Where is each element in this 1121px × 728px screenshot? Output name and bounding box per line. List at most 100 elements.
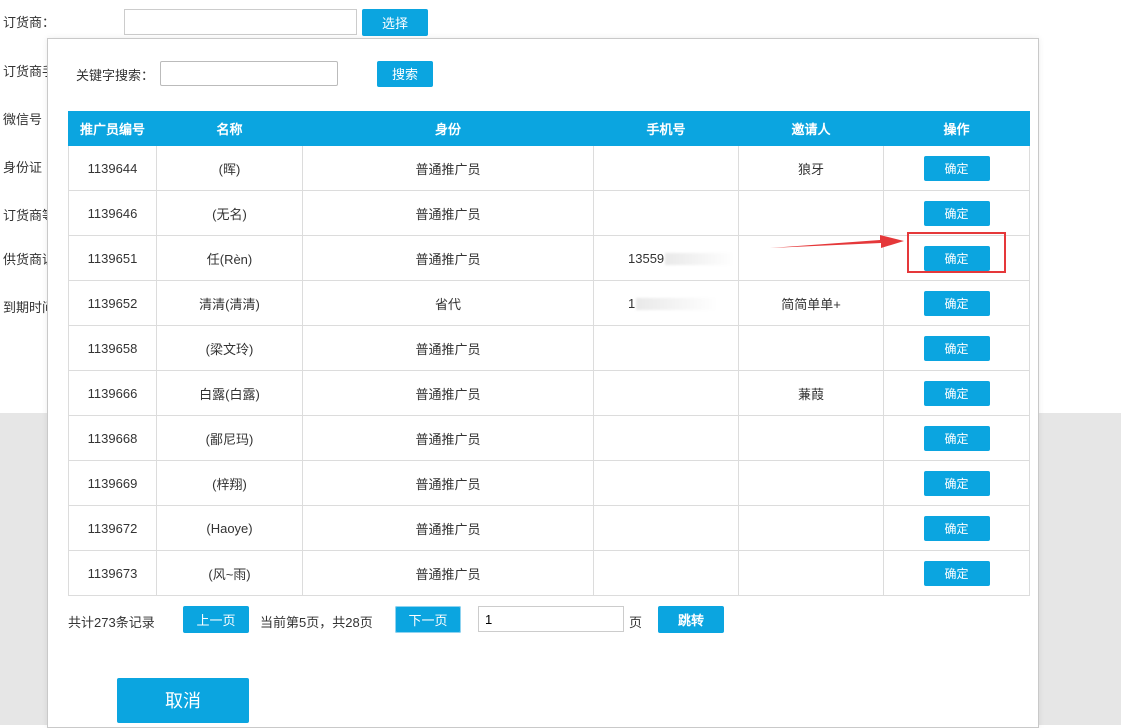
confirm-button[interactable]: 确定: [923, 155, 990, 181]
table-row: 1139646 (无名) 普通推广员 确定: [68, 190, 1030, 236]
cell-inviter: [738, 190, 884, 236]
cell-role: 普通推广员: [302, 415, 594, 461]
cell-action: 确定: [883, 505, 1030, 551]
cell-action: 确定: [883, 415, 1030, 461]
cell-phone: [593, 550, 739, 596]
cell-name: (梁文玲): [156, 325, 303, 371]
cell-promoter-id: 1139652: [68, 280, 157, 326]
cell-name: 清清(清清): [156, 280, 303, 326]
header-phone: 手机号: [593, 111, 739, 146]
cell-promoter-id: 1139651: [68, 235, 157, 281]
cell-action: 确定: [883, 325, 1030, 371]
cell-role: 普通推广员: [302, 505, 594, 551]
cell-action: 确定: [883, 145, 1030, 191]
label-supplier: 订货商：: [3, 15, 56, 30]
table-row: 1139658 (梁文玲) 普通推广员 确定: [68, 325, 1030, 371]
label-wechat: 微信号: [3, 112, 43, 127]
table-row: 1139652 清清(清清) 省代 1 简简单单+ 确定: [68, 280, 1030, 326]
cell-inviter: 蒹葭: [738, 370, 884, 416]
cell-name: (风~雨): [156, 550, 303, 596]
cell-phone: [593, 460, 739, 506]
confirm-button[interactable]: 确定: [923, 290, 990, 316]
cell-phone: [593, 145, 739, 191]
cell-name: (鄙尼玛): [156, 415, 303, 461]
header-promoter-id: 推广员编号: [68, 111, 157, 146]
cell-action: 确定: [883, 460, 1030, 506]
label-id-card: 身份证: [3, 160, 43, 175]
phone-redaction: [665, 253, 736, 266]
cell-name: (Haoye): [156, 505, 303, 551]
confirm-button[interactable]: 确定: [923, 425, 990, 451]
cell-role: 普通推广员: [302, 235, 594, 281]
phone-text: 13559: [628, 250, 665, 266]
cell-name: (梓翔): [156, 460, 303, 506]
cell-promoter-id: 1139666: [68, 370, 157, 416]
jump-page-button[interactable]: 跳转: [658, 606, 724, 633]
promoter-picker-dialog: 关键字搜索： 搜索 推广员编号 名称 身份 手机号 邀请人 操作 1139644…: [47, 38, 1039, 728]
confirm-button[interactable]: 确定: [923, 335, 990, 361]
cell-action: 确定: [883, 280, 1030, 326]
cell-inviter: [738, 415, 884, 461]
cell-promoter-id: 1139644: [68, 145, 157, 191]
table-row: 1139668 (鄙尼玛) 普通推广员 确定: [68, 415, 1030, 461]
cell-role: 普通推广员: [302, 370, 594, 416]
cell-inviter: [738, 550, 884, 596]
cell-promoter-id: 1139668: [68, 415, 157, 461]
table-row: 1139673 (风~雨) 普通推广员 确定: [68, 550, 1030, 596]
page-number-input[interactable]: [478, 606, 624, 632]
confirm-button[interactable]: 确定: [923, 515, 990, 541]
cell-phone: [593, 325, 739, 371]
cell-name: 白露(白露): [156, 370, 303, 416]
header-name: 名称: [156, 111, 303, 146]
cell-phone: [593, 190, 739, 236]
page-unit-label: 页: [629, 615, 643, 630]
cell-phone: [593, 505, 739, 551]
cell-phone: [593, 415, 739, 461]
header-inviter: 邀请人: [738, 111, 884, 146]
cell-inviter: [738, 325, 884, 371]
cell-inviter: 狼牙: [738, 145, 884, 191]
cell-inviter: 简简单单+: [738, 280, 884, 326]
cell-promoter-id: 1139673: [68, 550, 157, 596]
pager-total-count: 共计273条记录: [68, 615, 155, 630]
confirm-button[interactable]: 确定: [923, 560, 990, 586]
cell-phone: 13559: [593, 235, 739, 281]
keyword-search-input[interactable]: [160, 61, 338, 86]
cell-promoter-id: 1139672: [68, 505, 157, 551]
cell-promoter-id: 1139658: [68, 325, 157, 371]
confirm-button[interactable]: 确定: [923, 470, 990, 496]
table-row: 1139644 (晖) 普通推广员 狼牙 确定: [68, 145, 1030, 191]
cell-role: 普通推广员: [302, 460, 594, 506]
search-button[interactable]: 搜索: [377, 61, 433, 87]
phone-text: 1: [628, 295, 636, 311]
cell-phone: [593, 370, 739, 416]
cell-action: 确定: [883, 190, 1030, 236]
cell-name: (无名): [156, 190, 303, 236]
table-header-row: 推广员编号 名称 身份 手机号 邀请人 操作: [68, 111, 1030, 146]
cell-phone: 1: [593, 280, 739, 326]
cancel-button[interactable]: 取消: [117, 678, 249, 723]
promoter-table: 推广员编号 名称 身份 手机号 邀请人 操作 1139644 (晖) 普通推广员…: [68, 111, 1030, 596]
table-row: 1139672 (Haoye) 普通推广员 确定: [68, 505, 1030, 551]
confirm-button[interactable]: 确定: [923, 200, 990, 226]
phone-redaction: [636, 298, 719, 311]
cell-promoter-id: 1139646: [68, 190, 157, 236]
supplier-input[interactable]: [124, 9, 357, 35]
table-row: 1139666 白露(白露) 普通推广员 蒹葭 确定: [68, 370, 1030, 416]
keyword-label: 关键字搜索：: [76, 68, 155, 83]
next-page-button[interactable]: 下一页: [395, 606, 461, 633]
confirm-button[interactable]: 确定: [923, 380, 990, 406]
cell-inviter: [738, 460, 884, 506]
cell-name: (晖): [156, 145, 303, 191]
cell-name: 任(Rèn): [156, 235, 303, 281]
prev-page-button[interactable]: 上一页: [183, 606, 249, 633]
pager-current-info: 当前第5页，共28页: [260, 615, 373, 630]
cell-inviter: [738, 505, 884, 551]
table-row: 1139669 (梓翔) 普通推广员 确定: [68, 460, 1030, 506]
cell-promoter-id: 1139669: [68, 460, 157, 506]
cell-role: 省代: [302, 280, 594, 326]
annotation-highlight-box: [907, 232, 1006, 273]
cell-action: 确定: [883, 370, 1030, 416]
cell-role: 普通推广员: [302, 145, 594, 191]
select-supplier-button[interactable]: 选择: [362, 9, 428, 36]
